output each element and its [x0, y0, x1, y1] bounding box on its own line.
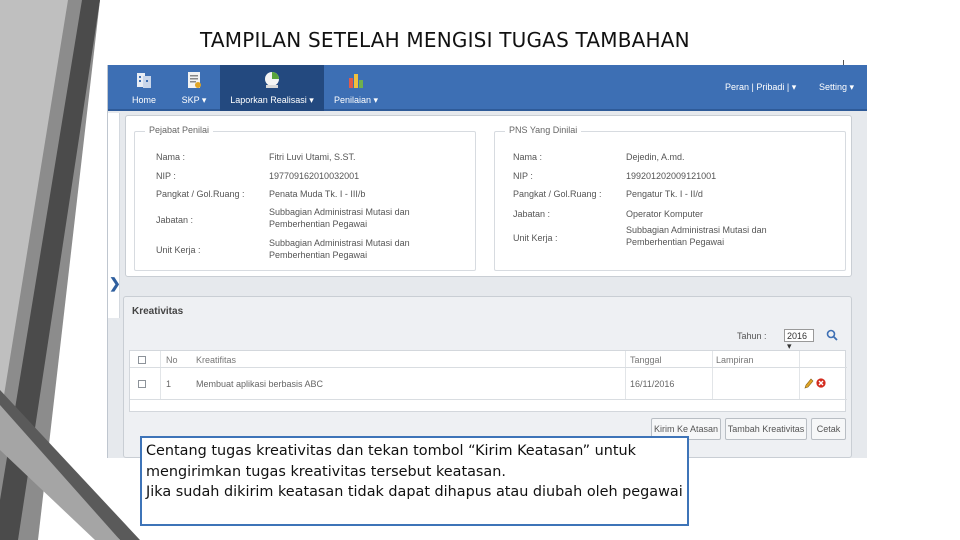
pejabat-jabatan-label: Jabatan : — [156, 215, 194, 225]
col-header-tanggal: Tanggal — [630, 355, 662, 365]
pns-nip-value: 199201202009121001 — [626, 171, 717, 181]
row-kreatifitas: Membuat aplikasi berbasis ABC — [196, 379, 324, 389]
pejabat-pangkat-value: Penata Muda Tk. I - III/b — [269, 189, 366, 199]
pns-unit-kerja-label: Unit Kerja : — [513, 233, 558, 243]
pns-unit-kerja-value: Subbagian Administrasi Mutasi dan Pember… — [626, 225, 767, 247]
home-icon — [137, 73, 151, 88]
pejabat-nip-value: 197709162010032001 — [269, 171, 360, 181]
bar-chart-icon — [349, 74, 363, 88]
pejabat-nama-value: Fitri Luvi Utami, S.ST. — [269, 152, 356, 162]
pns-nama-label: Nama : — [513, 152, 543, 162]
pns-pangkat-label: Pangkat / Gol.Ruang : — [513, 189, 602, 199]
kreativitas-title: Kreativitas — [132, 306, 184, 317]
nav-penilaian[interactable]: Penilaian ▾ — [326, 65, 386, 111]
pejabat-nip-label: NIP : — [156, 171, 176, 181]
tahun-select[interactable]: 2016 ▾ — [784, 329, 814, 351]
pns-dinilai-fieldset: PNS Yang Dinilai Nama : Dejedin, A.md. N… — [494, 125, 846, 271]
instruction-text-1: Centang tugas kreativitas dan tekan tomb… — [146, 443, 636, 480]
pejabat-penilai-fieldset: Pejabat Penilai Nama : Fitri Luvi Utami,… — [134, 125, 476, 271]
pejabat-penilai-legend: Pejabat Penilai — [145, 125, 214, 135]
document-icon — [188, 72, 201, 88]
slide-title: TAMPILAN SETELAH MENGISI TUGAS TAMBAHAN — [200, 28, 690, 52]
nav-home[interactable]: Home — [120, 65, 168, 111]
pejabat-nama-label: Nama : — [156, 152, 186, 162]
col-header-no: No — [166, 355, 178, 365]
pns-jabatan-label: Jabatan : — [513, 209, 551, 219]
sidebar-toggle-chevron-icon[interactable]: ❯ — [109, 275, 121, 292]
nav-penilaian-label: Penilaian ▾ — [333, 95, 379, 105]
role-menu[interactable]: Peran | Pribadi | ▾ — [725, 82, 796, 93]
table-col-divider — [799, 351, 800, 399]
top-navbar: Home SKP ▾ Laporkan Realisasi ▾ Penilaia… — [108, 65, 867, 111]
setting-menu[interactable]: Setting ▾ — [819, 82, 854, 93]
cetak-button[interactable]: Cetak — [811, 418, 846, 440]
nav-laporkan-realisasi[interactable]: Laporkan Realisasi ▾ — [220, 65, 324, 111]
col-header-lampiran: Lampiran — [716, 355, 754, 365]
report-icon — [265, 72, 279, 88]
pejabat-unit-kerja-value: Subbagian Administrasi Mutasi dan Pember… — [269, 238, 410, 260]
pns-jabatan-value: Operator Komputer — [626, 209, 704, 219]
pns-nama-value: Dejedin, A.md. — [626, 152, 685, 162]
kreativitas-panel: Kreativitas Tahun : 2016 ▾ No Kreatifita… — [123, 296, 852, 458]
nav-laporkan-label: Laporkan Realisasi ▾ — [230, 95, 314, 105]
kreativitas-table: No Kreatifitas Tanggal Lampiran 1 Membua… — [129, 350, 847, 412]
table-col-divider — [712, 351, 713, 399]
tahun-label: Tahun : — [737, 331, 767, 341]
row-no: 1 — [166, 379, 172, 389]
delete-icon[interactable] — [816, 378, 826, 388]
instruction-callout: Centang tugas kreativitas dan tekan tomb… — [140, 436, 689, 526]
pejabat-unit-kerja-label: Unit Kerja : — [156, 245, 201, 255]
pns-pangkat-value: Pengatur Tk. I - II/d — [626, 189, 703, 199]
select-all-checkbox[interactable] — [138, 356, 146, 364]
nav-skp[interactable]: SKP ▾ — [170, 65, 218, 111]
col-header-kreatifitas: Kreatifitas — [196, 355, 237, 365]
pns-nip-label: NIP : — [513, 171, 533, 181]
row-tanggal: 16/11/2016 — [630, 379, 675, 389]
table-col-divider — [160, 351, 161, 399]
nav-skp-label: SKP ▾ — [181, 95, 207, 105]
info-panel: Pejabat Penilai Nama : Fitri Luvi Utami,… — [125, 115, 852, 277]
pejabat-pangkat-label: Pangkat / Gol.Ruang : — [156, 189, 245, 199]
app-screenshot: Home SKP ▾ Laporkan Realisasi ▾ Penilaia… — [107, 65, 867, 458]
table-header-divider — [130, 367, 847, 368]
table-row-divider — [130, 399, 847, 400]
row-checkbox[interactable] — [138, 380, 146, 388]
edit-pencil-icon[interactable] — [804, 378, 814, 389]
instruction-text-2: Jika sudah dikirim keatasan tidak dapat … — [146, 484, 683, 500]
search-icon[interactable] — [826, 329, 838, 341]
table-col-divider — [625, 351, 626, 399]
tambah-kreativitas-button[interactable]: Tambah Kreativitas — [725, 418, 807, 440]
pns-dinilai-legend: PNS Yang Dinilai — [505, 125, 582, 135]
pejabat-jabatan-value: Subbagian Administrasi Mutasi dan Pember… — [269, 207, 410, 229]
nav-home-label: Home — [131, 95, 156, 105]
